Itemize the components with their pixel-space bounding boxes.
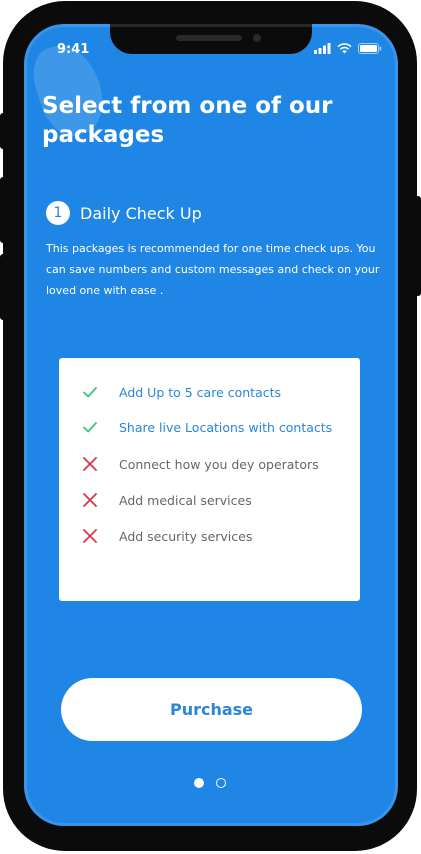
package-description: This packages is recommended for one tim… <box>46 242 380 297</box>
page-dot-2[interactable] <box>216 778 226 788</box>
front-camera <box>253 34 261 42</box>
wifi-icon <box>337 43 352 54</box>
status-time: 9:41 <box>57 42 90 57</box>
package-number-badge: 1 <box>46 201 70 225</box>
feature-item: Add security services <box>81 527 252 545</box>
feature-item: Add Up to 5 care contacts <box>81 383 281 401</box>
battery-icon <box>358 43 382 54</box>
page-indicator <box>194 778 226 788</box>
feature-item: Share live Locations with contacts <box>81 418 332 436</box>
features-card: Add Up to 5 care contacts Share live Loc… <box>59 358 360 601</box>
app-screen: 9:41 Select from one of our packages 1 D… <box>24 24 398 826</box>
feature-label: Connect how you dey operators <box>119 456 319 472</box>
check-icon <box>83 387 97 398</box>
page-title: Select from one of our packages <box>42 93 333 148</box>
package-name: Daily Check Up <box>80 203 202 223</box>
package-header: 1 Daily Check Up <box>46 201 202 225</box>
speaker-grille <box>176 35 242 41</box>
feature-label: Add medical services <box>119 492 252 508</box>
cross-icon <box>83 493 97 507</box>
check-icon <box>83 422 97 433</box>
feature-item: Connect how you dey operators <box>81 455 319 473</box>
cross-icon <box>83 529 97 543</box>
signal-icon <box>314 43 331 54</box>
purchase-button[interactable]: Purchase <box>61 678 362 741</box>
feature-label: Add Up to 5 care contacts <box>119 384 282 400</box>
status-icons <box>314 43 382 54</box>
feature-label: Add security services <box>119 528 253 544</box>
feature-item: Add medical services <box>81 491 252 509</box>
notch <box>110 24 312 54</box>
cross-icon <box>83 457 97 471</box>
page-dot-1[interactable] <box>194 778 204 788</box>
feature-label: Share live Locations with contacts <box>119 419 333 435</box>
